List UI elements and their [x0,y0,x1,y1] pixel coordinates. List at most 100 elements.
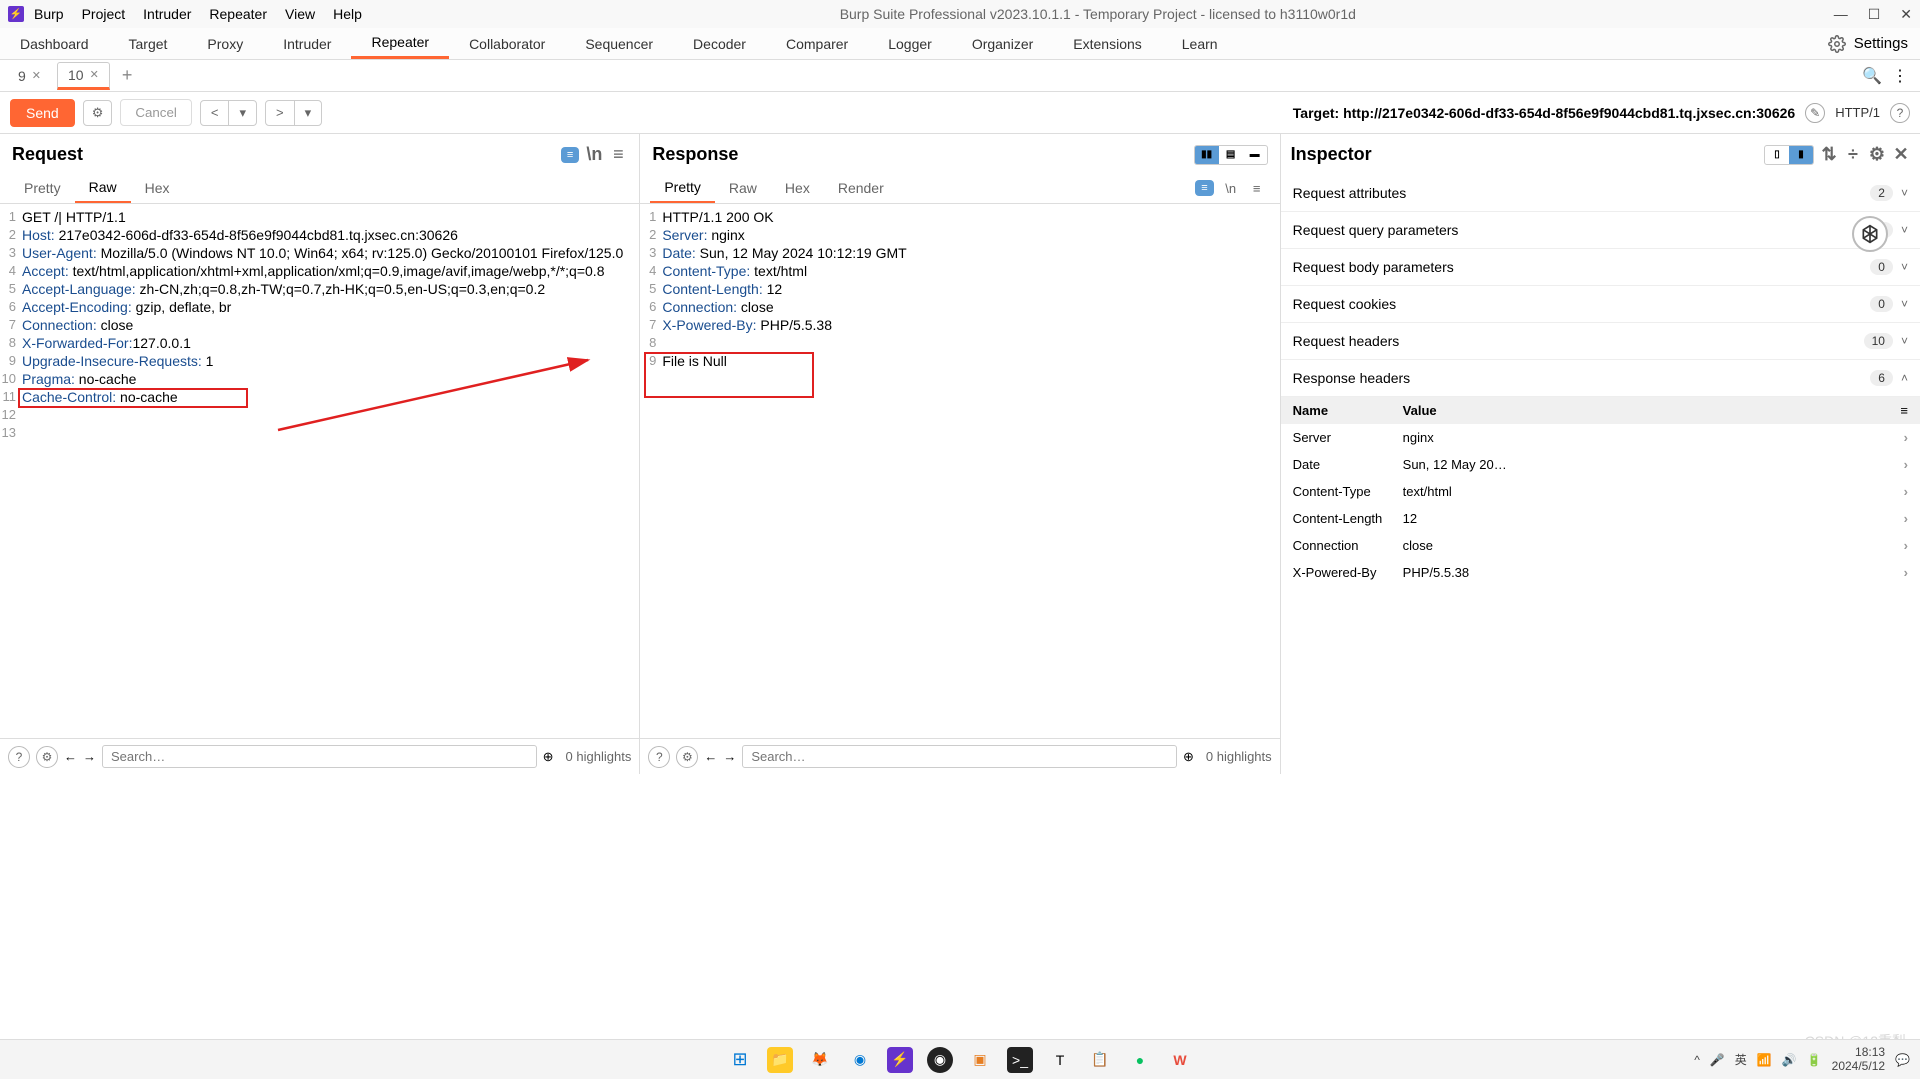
request-tab-pretty[interactable]: Pretty [10,174,75,202]
menu-project[interactable]: Project [82,6,126,22]
menu-burp[interactable]: Burp [34,6,64,22]
inspector-table-row[interactable]: Content-Typetext/html› [1281,478,1920,505]
edge-icon[interactable]: ◉ [847,1047,873,1073]
start-icon[interactable]: ⊞ [727,1047,753,1073]
code-line[interactable]: 2Host: 217e0342-606d-df33-654d-8f56e9f90… [0,226,639,244]
code-line[interactable]: 8 [640,334,1279,352]
notifications-icon[interactable]: 💬 [1895,1053,1910,1067]
tab-learn[interactable]: Learn [1162,30,1238,58]
tab-extensions[interactable]: Extensions [1053,30,1161,58]
battery-icon[interactable]: 🔋 [1807,1053,1822,1067]
inspector-section[interactable]: Request query parameters0˅ [1281,212,1920,249]
code-line[interactable]: 3Date: Sun, 12 May 2024 10:12:19 GMT [640,244,1279,262]
code-line[interactable]: 6Connection: close [640,298,1279,316]
gear-icon[interactable]: ⚙ [676,746,698,768]
tab-intruder[interactable]: Intruder [263,30,351,58]
code-line[interactable]: 7Connection: close [0,316,639,334]
arrow-right-icon[interactable]: → [723,749,736,764]
history-back-forward[interactable]: < ▾ [200,100,257,126]
minimize-icon[interactable]: — [1834,6,1848,23]
more-icon[interactable]: ⋮ [1892,66,1908,86]
notes-icon[interactable]: 📋 [1087,1047,1113,1073]
wechat-icon[interactable]: ● [1127,1047,1153,1073]
code-line[interactable]: 8X-Forwarded-For:127.0.0.1 [0,334,639,352]
menu-view[interactable]: View [285,6,315,22]
layout-columns-icon[interactable]: ▮▮ [1195,146,1219,164]
response-tab-raw[interactable]: Raw [715,174,771,202]
subtab-9[interactable]: 9✕ [8,64,51,88]
close-icon[interactable]: ✕ [1892,146,1910,164]
code-line[interactable]: 9File is Null [640,352,1279,370]
response-tab-render[interactable]: Render [824,174,898,202]
request-search-input[interactable] [102,745,537,768]
code-line[interactable]: 12 [0,406,639,424]
layout-icon[interactable]: ▯ [1765,146,1789,164]
inspector-section[interactable]: Request cookies0˅ [1281,286,1920,323]
inspector-layout-toggle[interactable]: ▯ ▮ [1764,145,1814,165]
edit-target-icon[interactable]: ✎ [1805,103,1825,123]
help-icon[interactable]: ? [1890,103,1910,123]
add-tab-button[interactable]: + [116,65,139,86]
cancel-button[interactable]: Cancel [120,99,192,126]
code-line[interactable]: 5Accept-Language: zh-CN,zh;q=0.8,zh-TW;q… [0,280,639,298]
hamburger-icon[interactable]: ≡ [1248,179,1266,197]
arrow-left-icon[interactable]: ← [704,749,717,764]
inspector-section[interactable]: Request headers10˅ [1281,323,1920,360]
terminal-icon[interactable]: >_ [1007,1047,1033,1073]
tab-sequencer[interactable]: Sequencer [565,30,673,58]
forward-icon[interactable]: > [266,101,295,125]
newline-icon[interactable]: \n [1222,179,1240,197]
layout-single-icon[interactable]: ▬ [1243,146,1267,164]
arrow-right-icon[interactable]: → [83,749,96,764]
hamburger-icon[interactable]: ≡ [609,146,627,164]
code-line[interactable]: 10Pragma: no-cache [0,370,639,388]
arrow-left-icon[interactable]: ← [64,749,77,764]
collapse-icon[interactable]: ÷ [1844,146,1862,164]
history-forward[interactable]: > ▾ [265,100,322,126]
subtab-10[interactable]: 10✕ [57,62,110,90]
maximize-icon[interactable]: ☐ [1868,6,1881,23]
inspector-table-row[interactable]: X-Powered-ByPHP/5.5.38› [1281,559,1920,586]
tab-proxy[interactable]: Proxy [187,30,263,58]
explorer-icon[interactable]: 📁 [767,1047,793,1073]
help-icon[interactable]: ? [648,746,670,768]
obs-icon[interactable]: ◉ [927,1047,953,1073]
burp-icon[interactable]: ⚡ [887,1047,913,1073]
ime-label[interactable]: 英 [1735,1051,1747,1068]
code-line[interactable]: 4Accept: text/html,application/xhtml+xml… [0,262,639,280]
tab-comparer[interactable]: Comparer [766,30,868,58]
inspector-table-row[interactable]: DateSun, 12 May 20…› [1281,451,1920,478]
layout-toggle[interactable]: ▮▮ ▤ ▬ [1194,145,1268,165]
gear-icon[interactable] [1828,35,1846,53]
response-tab-hex[interactable]: Hex [771,174,824,202]
inspector-table-row[interactable]: Connectionclose› [1281,532,1920,559]
tab-organizer[interactable]: Organizer [952,30,1053,58]
back-dropdown-icon[interactable]: ▾ [229,101,256,125]
request-editor[interactable]: 1GET /| HTTP/1.12Host: 217e0342-606d-df3… [0,204,639,774]
gear-icon[interactable]: ⚙ [1868,146,1886,164]
response-search-input[interactable] [742,745,1177,768]
tray-chevron-icon[interactable]: ^ [1694,1053,1700,1067]
forward-dropdown-icon[interactable]: ▾ [295,101,322,125]
inspector-section[interactable]: Request attributes2˅ [1281,175,1920,212]
tab-repeater[interactable]: Repeater [351,28,449,59]
code-line[interactable]: 13 [0,424,639,442]
code-line[interactable]: 7X-Powered-By: PHP/5.5.38 [640,316,1279,334]
back-icon[interactable]: < [201,101,230,125]
code-line[interactable]: 6Accept-Encoding: gzip, deflate, br [0,298,639,316]
tab-decoder[interactable]: Decoder [673,30,766,58]
help-icon[interactable]: ? [8,746,30,768]
close-icon[interactable]: ✕ [32,69,41,82]
tab-collaborator[interactable]: Collaborator [449,30,565,58]
close-icon[interactable]: ✕ [90,68,99,81]
tab-logger[interactable]: Logger [868,30,952,58]
message-editor-icon[interactable]: ≡ [1195,180,1213,196]
menu-repeater[interactable]: Repeater [209,6,267,22]
close-icon[interactable]: ✕ [1900,6,1912,23]
wifi-icon[interactable]: 📶 [1757,1053,1772,1067]
firefox-icon[interactable]: 🦊 [807,1047,833,1073]
gear-icon[interactable]: ⚙ [36,746,58,768]
request-tab-hex[interactable]: Hex [131,174,184,202]
code-line[interactable]: 9Upgrade-Insecure-Requests: 1 [0,352,639,370]
expand-icon[interactable]: ⇅ [1820,146,1838,164]
